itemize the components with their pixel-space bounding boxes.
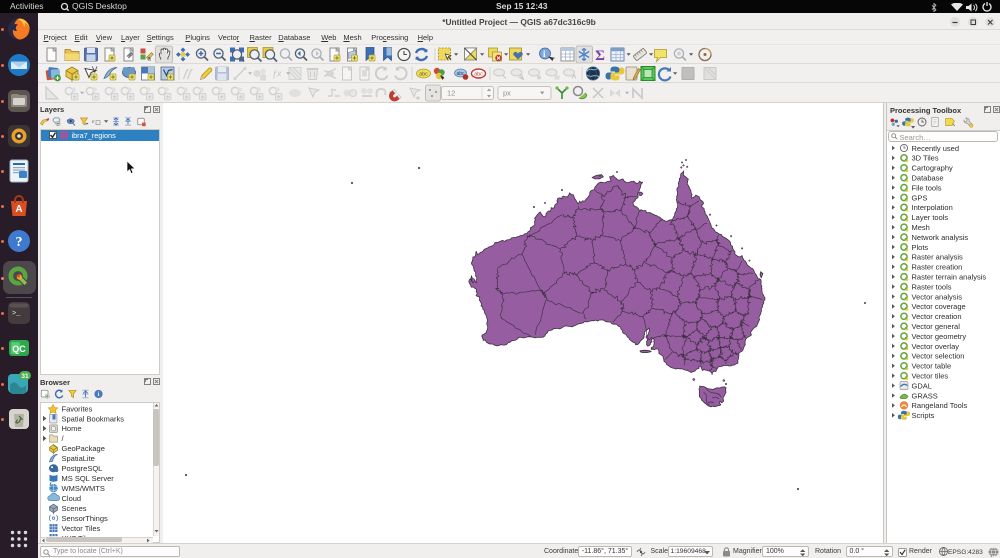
svg-text:Scripts: Scripts	[911, 411, 934, 420]
svg-text:A: A	[15, 204, 22, 215]
svg-text:abc: abc	[474, 72, 483, 78]
svg-text:Vector Tiles: Vector Tiles	[62, 524, 101, 533]
svg-text:?: ?	[16, 235, 23, 250]
svg-text:Layer tools: Layer tools	[911, 213, 948, 222]
svg-text:WMS/WMTS: WMS/WMTS	[62, 484, 105, 493]
svg-text:/: /	[62, 434, 65, 443]
svg-text:Network analysis: Network analysis	[911, 233, 968, 242]
svg-text:QC: QC	[12, 344, 26, 354]
svg-text:Vector geometry: Vector geometry	[911, 332, 966, 341]
svg-text:Interpolation: Interpolation	[911, 203, 952, 212]
svg-text:Cartography: Cartography	[911, 164, 953, 173]
svg-text:Favorites: Favorites	[62, 404, 93, 413]
svg-text:ƒx: ƒx	[272, 69, 282, 79]
svg-text:GeoPackage: GeoPackage	[62, 444, 105, 453]
svg-text:Vector table: Vector table	[911, 362, 951, 371]
svg-text:PostgreSQL: PostgreSQL	[62, 464, 103, 473]
svg-text:MS SQL Server: MS SQL Server	[62, 474, 115, 483]
svg-text:a: a	[148, 57, 152, 63]
svg-text:Raster analysis: Raster analysis	[911, 253, 963, 262]
svg-text:Cloud: Cloud	[62, 494, 82, 503]
svg-text:Home: Home	[62, 424, 82, 433]
svg-text:Database: Database	[911, 174, 943, 183]
svg-text:Σ: Σ	[595, 48, 605, 64]
svg-text:File tools: File tools	[911, 183, 941, 192]
svg-text:>_: >_	[12, 310, 21, 318]
svg-text:Vector general: Vector general	[911, 322, 960, 331]
svg-text:ε: ε	[92, 118, 95, 125]
svg-text:SensorThings: SensorThings	[62, 514, 109, 523]
svg-text:Plots: Plots	[911, 243, 928, 252]
svg-text:GRASS: GRASS	[911, 391, 937, 400]
svg-text:Recently used: Recently used	[911, 144, 959, 153]
svg-text:Raster creation: Raster creation	[911, 263, 962, 272]
svg-text:V: V	[92, 66, 98, 75]
svg-text:3D Tiles: 3D Tiles	[911, 154, 938, 163]
svg-text:Vector coverage: Vector coverage	[911, 302, 965, 311]
svg-text:31: 31	[21, 373, 29, 380]
svg-text:Vector creation: Vector creation	[911, 312, 961, 321]
svg-text:GPS: GPS	[911, 193, 927, 202]
svg-text:px: px	[503, 89, 511, 98]
svg-text:Scenes: Scenes	[62, 504, 87, 513]
svg-text:Vector analysis: Vector analysis	[911, 292, 962, 301]
svg-text:Spatial Bookmarks: Spatial Bookmarks	[62, 414, 125, 423]
svg-text:Vector overlay: Vector overlay	[911, 342, 959, 351]
svg-text:Raster terrain analysis: Raster terrain analysis	[911, 273, 986, 282]
svg-text:SpatiaLite: SpatiaLite	[62, 454, 95, 463]
svg-text:GDAL: GDAL	[911, 381, 931, 390]
svg-text:Vector selection: Vector selection	[911, 352, 964, 361]
svg-text:Mesh: Mesh	[911, 223, 929, 232]
svg-text:Vector tiles: Vector tiles	[911, 372, 948, 381]
svg-text:Raster tools: Raster tools	[911, 282, 951, 291]
svg-text:Rangeland Tools: Rangeland Tools	[911, 401, 967, 410]
svg-text:12: 12	[447, 89, 455, 98]
svg-text:abc: abc	[419, 72, 428, 78]
